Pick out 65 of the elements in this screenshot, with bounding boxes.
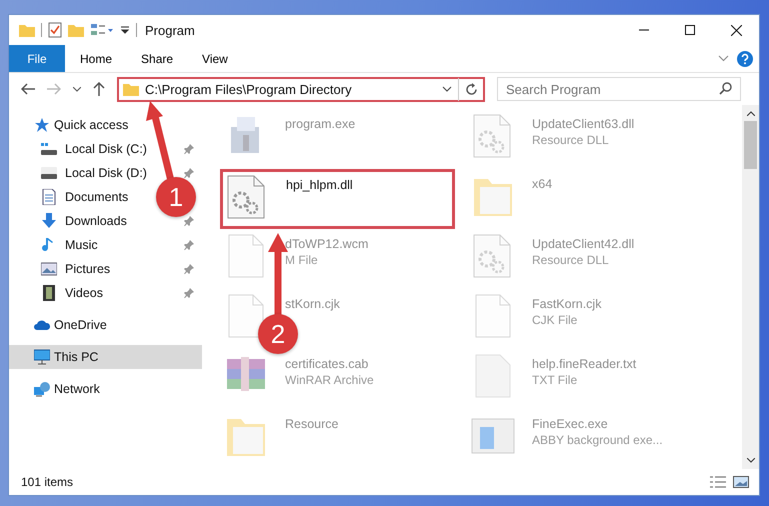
pc-icon	[34, 349, 50, 365]
scrollbar[interactable]	[742, 105, 759, 469]
disk-c-icon	[41, 141, 57, 157]
sidebar-item[interactable]: Quick access	[54, 118, 128, 132]
file-type: TXT File	[532, 373, 578, 387]
selected-sidebar-row[interactable]: This PC	[9, 345, 202, 369]
pin-icon[interactable]	[184, 168, 194, 178]
file-type: M File	[285, 253, 319, 267]
close-icon	[730, 24, 742, 36]
file-type: Resource DLL	[532, 253, 610, 267]
star-icon	[34, 117, 50, 133]
file-name[interactable]: hpi_hlpm.dll	[286, 178, 353, 192]
scroll-down-icon[interactable]	[746, 458, 754, 463]
search-field[interactable]: Search Program	[497, 77, 741, 101]
sidebar-item[interactable]: OneDrive	[54, 318, 107, 332]
maximize-icon	[685, 25, 695, 35]
pictures-icon	[41, 261, 57, 277]
dropdown-icon[interactable]	[442, 86, 452, 92]
pin-icon[interactable]	[184, 264, 194, 274]
documents-icon	[41, 189, 57, 205]
sidebar-item[interactable]: Local Disk (D:)	[65, 166, 147, 180]
window-title: Program	[145, 22, 195, 38]
pin-icon[interactable]	[184, 144, 194, 154]
address-path: C:\Program Files\Program Directory	[145, 82, 353, 96]
item-count: 101 items	[21, 475, 74, 489]
pin-icon[interactable]	[184, 288, 194, 298]
pin-icon[interactable]	[184, 240, 194, 250]
file-type: ABBY background exe...	[532, 433, 663, 447]
sidebar-item[interactable]: This PC	[54, 350, 98, 364]
customize-dropdown-icon[interactable]	[120, 25, 130, 35]
minimize-icon	[639, 29, 649, 31]
large-icons-view-icon[interactable]	[733, 476, 749, 488]
sidebar-item[interactable]: Videos	[65, 286, 103, 300]
sidebar-item[interactable]: Music	[65, 238, 98, 252]
help-icon[interactable]	[737, 50, 753, 66]
sidebar-item[interactable]: Network	[54, 382, 100, 396]
sidebar-item[interactable]: Pictures	[65, 262, 110, 276]
details-view-icon[interactable]	[710, 476, 726, 488]
sidebar-item[interactable]: Downloads	[65, 214, 127, 228]
back-icon[interactable]	[21, 83, 35, 95]
scroll-up-icon[interactable]	[746, 111, 754, 116]
ribbon-tab[interactable]: Share	[126, 45, 188, 72]
properties-icon[interactable]	[48, 22, 62, 38]
search-icon[interactable]	[719, 82, 732, 95]
ribbon-tab[interactable]: Home	[65, 45, 126, 72]
videos-icon	[41, 285, 57, 301]
network-icon	[34, 381, 50, 397]
file-type: Resource DLL	[532, 133, 610, 147]
up-icon[interactable]	[93, 82, 105, 96]
file-tab[interactable]: File	[9, 45, 65, 72]
file-type: CJK File	[532, 313, 578, 327]
view-menu-icon[interactable]	[90, 23, 114, 37]
file-type: WinRAR Archive	[285, 373, 374, 387]
downloads-icon	[41, 213, 57, 229]
highlighted-file-item[interactable]: hpi_hlpm.dll	[220, 169, 455, 229]
sidebar-item[interactable]: Local Disk (C:)	[65, 142, 147, 156]
sidebar-item[interactable]: Documents	[65, 190, 128, 204]
folder-icon	[123, 82, 139, 96]
address-bar[interactable]: C:\Program Files\Program Directory	[117, 76, 485, 102]
ribbon-tab[interactable]: View	[187, 45, 242, 72]
pin-icon[interactable]	[184, 216, 194, 226]
scroll-thumb[interactable]	[744, 121, 757, 169]
refresh-icon[interactable]	[465, 82, 478, 96]
recent-dropdown-icon[interactable]	[73, 86, 81, 92]
expand-ribbon-icon[interactable]	[718, 55, 729, 62]
